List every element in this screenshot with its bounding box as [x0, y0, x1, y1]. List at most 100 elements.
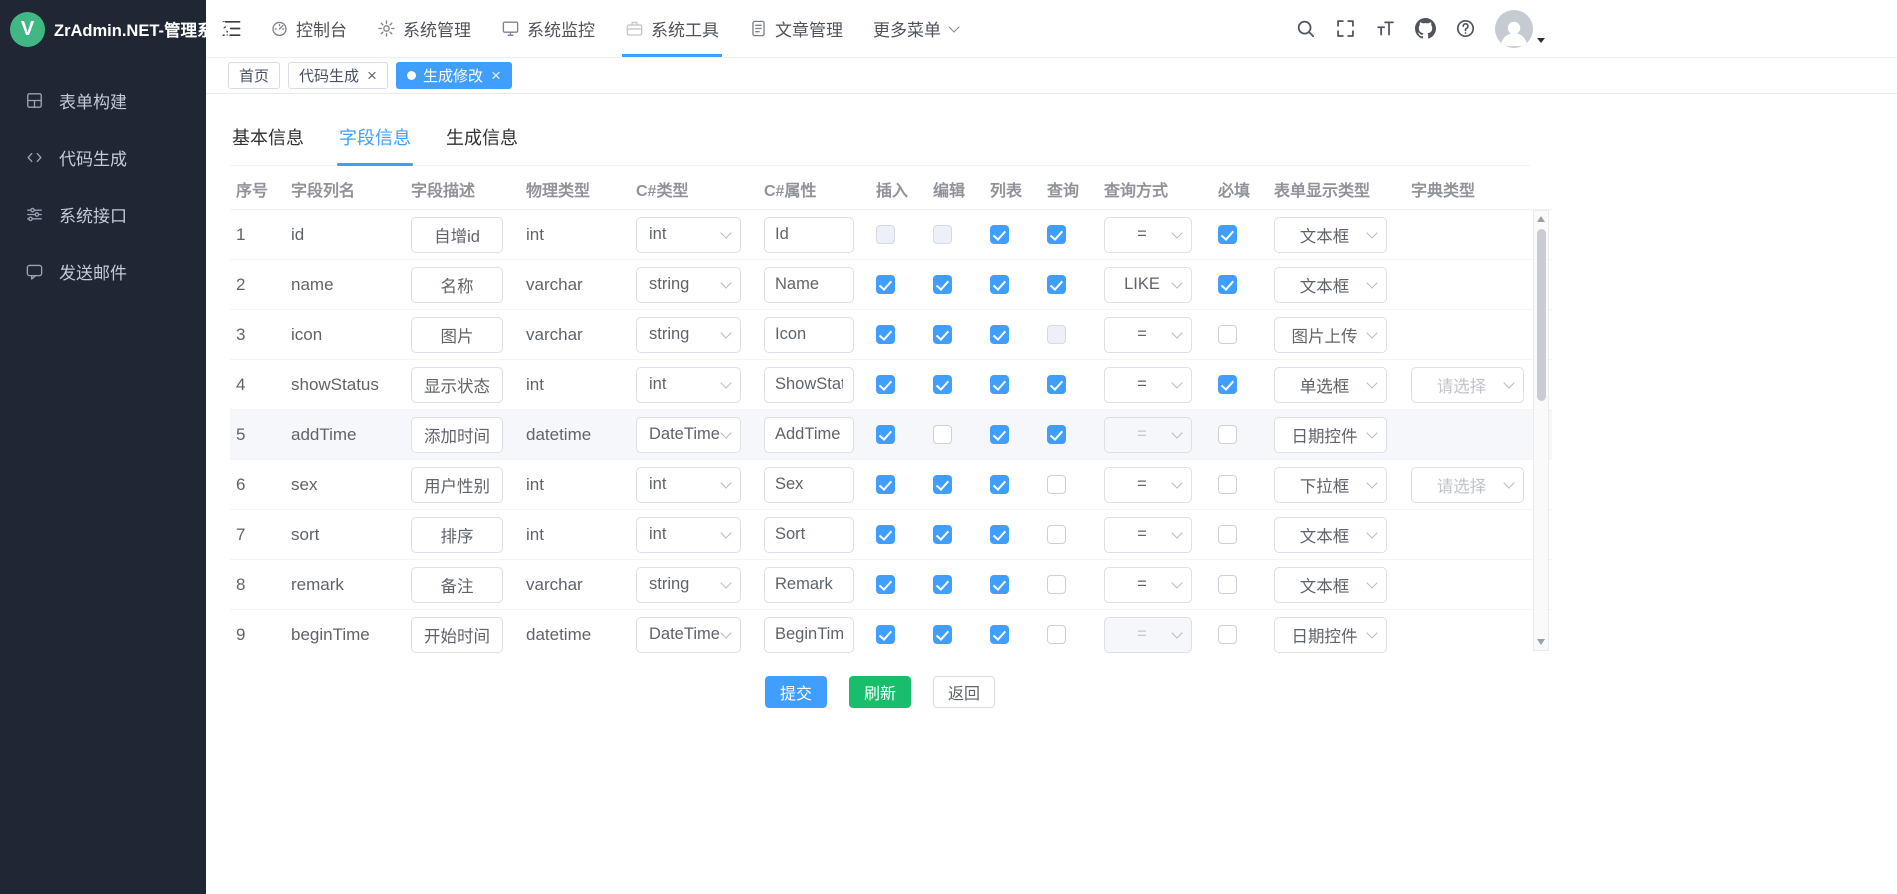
description-input[interactable]	[411, 367, 503, 403]
description-input[interactable]	[411, 317, 503, 353]
edit-checkbox[interactable]	[933, 375, 952, 394]
required-checkbox[interactable]	[1218, 425, 1237, 444]
edit-checkbox[interactable]	[933, 275, 952, 294]
query-checkbox[interactable]	[1047, 375, 1066, 394]
csharp-type-select[interactable]: DateTime	[636, 417, 741, 453]
query-method-select[interactable]: =	[1104, 467, 1192, 503]
query-checkbox[interactable]	[1047, 225, 1066, 244]
list-checkbox[interactable]	[990, 625, 1009, 644]
required-checkbox[interactable]	[1218, 325, 1237, 344]
list-checkbox[interactable]	[990, 375, 1009, 394]
list-checkbox[interactable]	[990, 425, 1009, 444]
csharp-property-input[interactable]	[764, 217, 854, 253]
display-type-select[interactable]: 日期控件	[1274, 417, 1387, 453]
list-checkbox[interactable]	[990, 475, 1009, 494]
query-method-select[interactable]: =	[1104, 567, 1192, 603]
fullscreen-icon[interactable]	[1335, 18, 1356, 39]
display-type-select[interactable]: 文本框	[1274, 267, 1387, 303]
csharp-type-select[interactable]: DateTime	[636, 617, 741, 653]
query-checkbox[interactable]	[1047, 275, 1066, 294]
sidebar-item[interactable]: 代码生成	[0, 129, 206, 186]
required-checkbox[interactable]	[1218, 275, 1237, 294]
list-checkbox[interactable]	[990, 575, 1009, 594]
description-input[interactable]	[411, 617, 503, 653]
display-type-select[interactable]: 下拉框	[1274, 467, 1387, 503]
edit-checkbox[interactable]	[933, 325, 952, 344]
table-scrollbar[interactable]	[1533, 210, 1549, 651]
required-checkbox[interactable]	[1218, 375, 1237, 394]
query-checkbox[interactable]	[1047, 475, 1066, 494]
edit-checkbox[interactable]	[933, 425, 952, 444]
csharp-property-input[interactable]	[764, 467, 854, 503]
description-input[interactable]	[411, 267, 503, 303]
scrollbar-thumb[interactable]	[1537, 229, 1546, 401]
edit-checkbox[interactable]	[933, 475, 952, 494]
list-checkbox[interactable]	[990, 275, 1009, 294]
display-type-select[interactable]: 日期控件	[1274, 617, 1387, 653]
display-type-select[interactable]: 文本框	[1274, 217, 1387, 253]
csharp-type-select[interactable]: int	[636, 517, 741, 553]
scroll-up-arrow-icon[interactable]	[1537, 216, 1545, 222]
top-menu-item[interactable]: 控制台	[255, 0, 362, 57]
csharp-type-select[interactable]: int	[636, 217, 741, 253]
query-method-select[interactable]: =	[1104, 217, 1192, 253]
query-method-select[interactable]: LIKE	[1104, 267, 1192, 303]
list-checkbox[interactable]	[990, 325, 1009, 344]
csharp-property-input[interactable]	[764, 317, 854, 353]
submit-button[interactable]: 提交	[765, 676, 827, 708]
csharp-type-select[interactable]: string	[636, 317, 741, 353]
csharp-type-select[interactable]: string	[636, 567, 741, 603]
csharp-property-input[interactable]	[764, 417, 854, 453]
insert-checkbox[interactable]	[876, 375, 895, 394]
csharp-property-input[interactable]	[764, 367, 854, 403]
top-menu-item[interactable]: 系统监控	[486, 0, 610, 57]
scroll-down-arrow-icon[interactable]	[1537, 639, 1545, 645]
description-input[interactable]	[411, 467, 503, 503]
description-input[interactable]	[411, 517, 503, 553]
sidebar-item[interactable]: 表单构建	[0, 72, 206, 129]
required-checkbox[interactable]	[1218, 225, 1237, 244]
tag-view-item[interactable]: 首页	[228, 62, 280, 89]
description-input[interactable]	[411, 217, 503, 253]
user-avatar[interactable]	[1495, 10, 1545, 48]
query-checkbox[interactable]	[1047, 425, 1066, 444]
refresh-button[interactable]: 刷新	[849, 676, 911, 708]
top-menu-item[interactable]: 更多菜单	[858, 0, 973, 57]
list-checkbox[interactable]	[990, 225, 1009, 244]
query-checkbox[interactable]	[1047, 525, 1066, 544]
insert-checkbox[interactable]	[876, 475, 895, 494]
sidebar-item[interactable]: 发送邮件	[0, 243, 206, 300]
close-icon[interactable]: ×	[491, 67, 501, 84]
tag-view-item[interactable]: 代码生成×	[288, 62, 388, 89]
edit-checkbox[interactable]	[933, 525, 952, 544]
insert-checkbox[interactable]	[876, 525, 895, 544]
top-menu-item[interactable]: 系统工具	[610, 0, 734, 57]
display-type-select[interactable]: 文本框	[1274, 517, 1387, 553]
csharp-type-select[interactable]: int	[636, 467, 741, 503]
list-checkbox[interactable]	[990, 525, 1009, 544]
top-menu-item[interactable]: 系统管理	[362, 0, 486, 57]
insert-checkbox[interactable]	[876, 575, 895, 594]
github-icon[interactable]	[1415, 18, 1436, 39]
edit-checkbox[interactable]	[933, 575, 952, 594]
csharp-property-input[interactable]	[764, 567, 854, 603]
csharp-property-input[interactable]	[764, 517, 854, 553]
question-icon[interactable]	[1455, 18, 1476, 39]
query-method-select[interactable]: =	[1104, 517, 1192, 553]
dict-type-select[interactable]: 请选择	[1411, 467, 1524, 503]
required-checkbox[interactable]	[1218, 575, 1237, 594]
search-icon[interactable]	[1295, 18, 1316, 39]
description-input[interactable]	[411, 417, 503, 453]
query-method-select[interactable]: =	[1104, 317, 1192, 353]
insert-checkbox[interactable]	[876, 275, 895, 294]
query-checkbox[interactable]	[1047, 625, 1066, 644]
content-tab[interactable]: 基本信息	[230, 124, 306, 165]
csharp-property-input[interactable]	[764, 617, 854, 653]
close-icon[interactable]: ×	[367, 67, 377, 84]
top-menu-item[interactable]: 文章管理	[734, 0, 858, 57]
query-method-select[interactable]: =	[1104, 367, 1192, 403]
required-checkbox[interactable]	[1218, 525, 1237, 544]
back-button[interactable]: 返回	[933, 676, 995, 708]
insert-checkbox[interactable]	[876, 325, 895, 344]
description-input[interactable]	[411, 567, 503, 603]
